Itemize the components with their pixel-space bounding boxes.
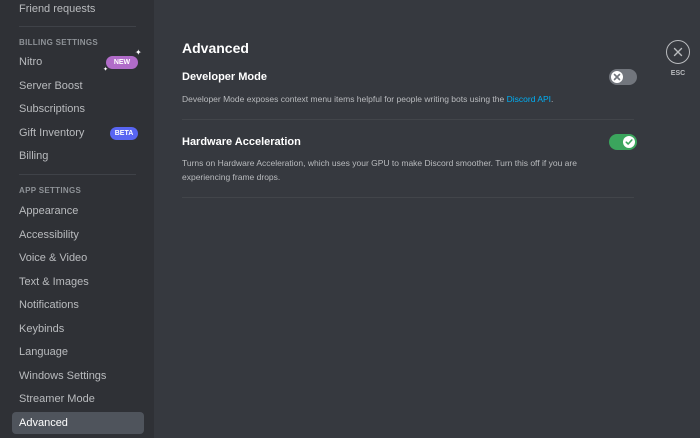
sidebar-item-subscriptions[interactable]: Subscriptions xyxy=(12,98,144,120)
discord-api-link[interactable]: Discord API xyxy=(507,94,551,104)
developer-mode-title: Developer Mode xyxy=(182,71,267,83)
toggle-knob xyxy=(611,71,623,83)
sidebar-item-text-images[interactable]: Text & Images xyxy=(12,271,144,293)
sidebar-item-advanced[interactable]: Advanced xyxy=(12,412,144,434)
sidebar-item-voice-video[interactable]: Voice & Video xyxy=(12,247,144,269)
sparkle-icon: ✦ xyxy=(103,67,109,73)
hardware-acceleration-title: Hardware Acceleration xyxy=(182,136,301,148)
sidebar-item-friend-requests[interactable]: Friend requests xyxy=(12,0,144,20)
sidebar-item-windows-settings[interactable]: Windows Settings xyxy=(12,365,144,387)
sidebar-item-accessibility[interactable]: Accessibility xyxy=(12,224,144,246)
new-badge: NEW xyxy=(106,56,138,69)
sidebar-item-label: Subscriptions xyxy=(19,103,86,115)
page-title: Advanced xyxy=(182,40,249,56)
sidebar-item-server-boost[interactable]: Server Boost xyxy=(12,75,144,97)
billing-settings-header: BILLING SETTINGS xyxy=(19,38,99,47)
sidebar-item-label: Server Boost xyxy=(19,80,83,92)
developer-mode-toggle[interactable] xyxy=(609,69,637,85)
settings-content: Advanced Developer Mode Developer Mode e… xyxy=(154,0,700,438)
sparkle-icon: ✦ xyxy=(135,48,142,57)
sidebar-divider xyxy=(19,174,136,175)
row-divider xyxy=(182,197,634,198)
row-divider xyxy=(182,119,634,120)
developer-mode-description: Developer Mode exposes context menu item… xyxy=(182,93,612,107)
sidebar-item-notifications[interactable]: Notifications xyxy=(12,294,144,316)
x-icon xyxy=(613,73,621,81)
sidebar-item-label: Nitro xyxy=(19,56,43,68)
beta-badge: BETA xyxy=(110,127,138,140)
sidebar-item-label: Billing xyxy=(19,150,49,162)
check-icon xyxy=(625,139,633,145)
hardware-acceleration-description: Turns on Hardware Acceleration, which us… xyxy=(182,158,577,182)
sidebar-item-billing[interactable]: Billing xyxy=(12,145,144,167)
settings-sidebar: Friend requests BILLING SETTINGS Nitro N… xyxy=(0,0,154,438)
description-text: Developer Mode exposes context menu item… xyxy=(182,94,505,104)
sidebar-item-keybinds[interactable]: Keybinds xyxy=(12,318,144,340)
sidebar-divider xyxy=(19,26,136,27)
close-icon xyxy=(673,47,683,57)
app-settings-header: APP SETTINGS xyxy=(19,186,82,195)
close-button[interactable] xyxy=(666,40,690,64)
sidebar-item-label: Gift Inventory xyxy=(19,127,85,139)
sidebar-item-appearance[interactable]: Appearance xyxy=(12,200,144,222)
description-suffix: . xyxy=(551,94,554,104)
toggle-knob xyxy=(623,136,635,148)
sidebar-item-streamer-mode[interactable]: Streamer Mode xyxy=(12,388,144,410)
sidebar-item-language[interactable]: Language xyxy=(12,341,144,363)
hardware-acceleration-toggle[interactable] xyxy=(609,134,637,150)
esc-label: ESC xyxy=(670,70,686,77)
